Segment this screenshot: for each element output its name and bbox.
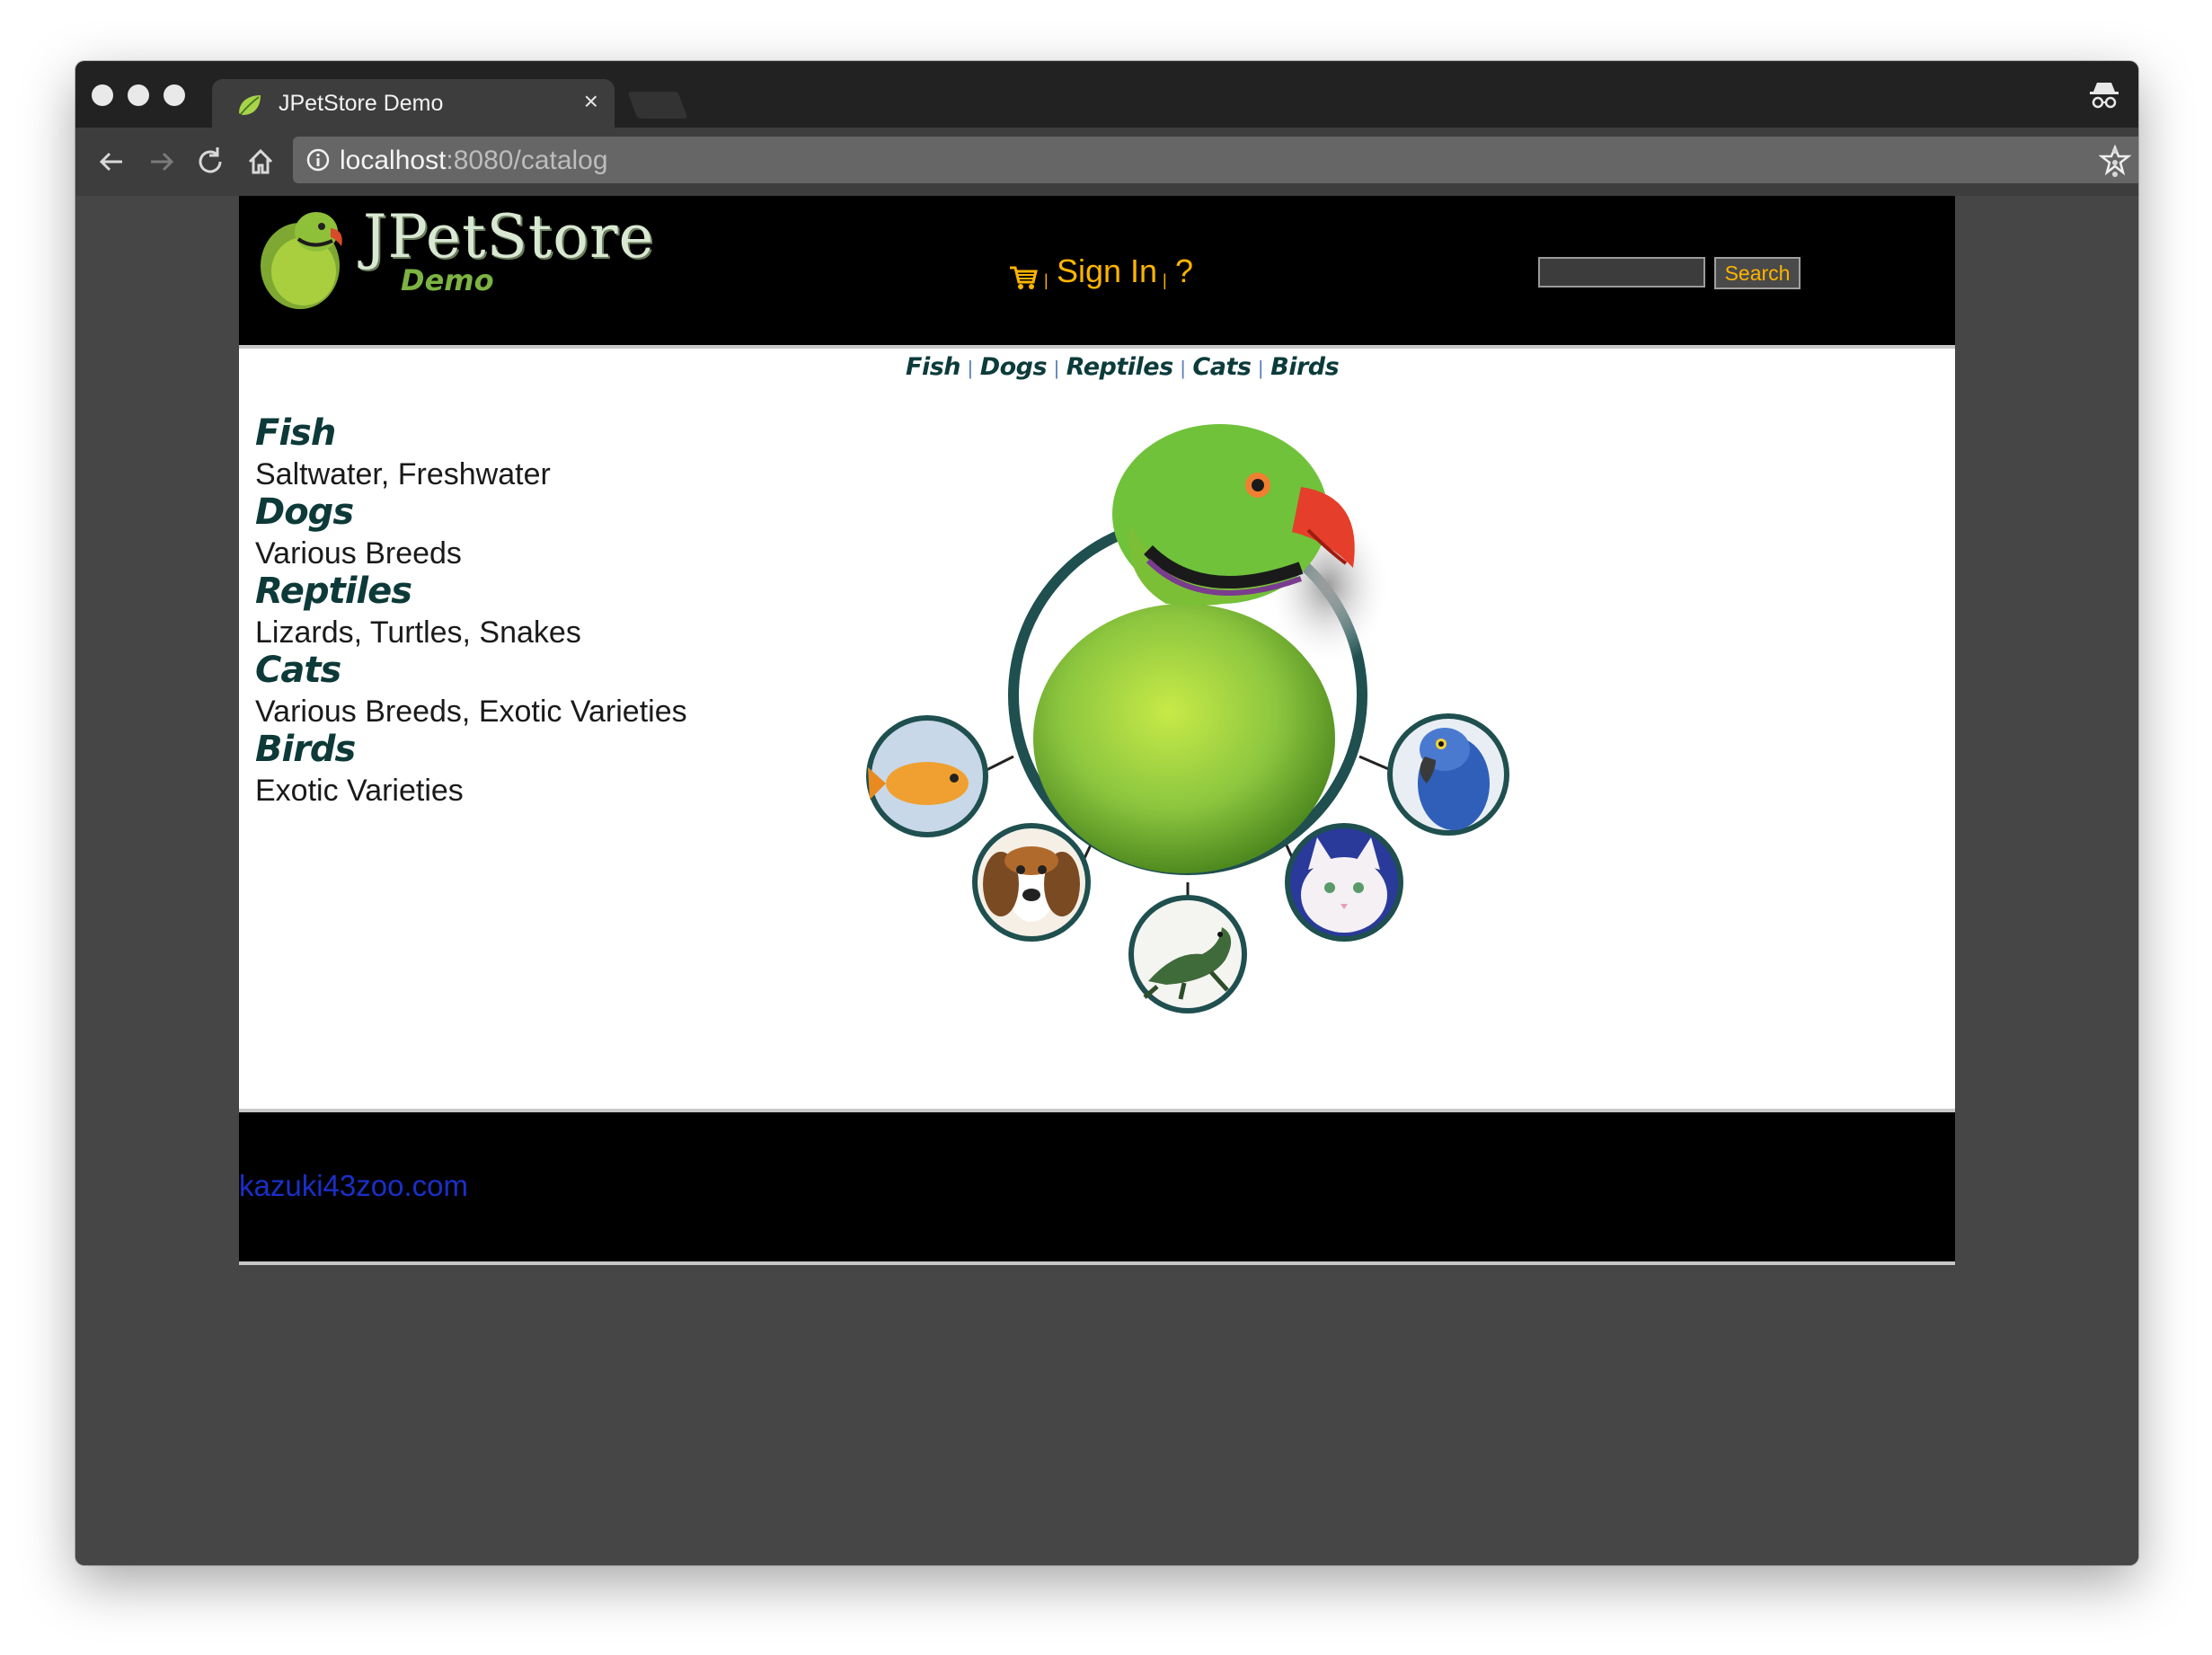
logo-title: JPetStore xyxy=(363,202,655,271)
reptile-category-image[interactable] xyxy=(1128,895,1247,1013)
search-input[interactable] xyxy=(1538,257,1705,288)
category-description: Various Breeds xyxy=(255,536,462,571)
dog-category-image[interactable] xyxy=(972,823,1091,942)
quicklink-separator: | xyxy=(968,357,973,379)
back-arrow-icon[interactable] xyxy=(93,144,129,180)
quicklink-separator: | xyxy=(1180,357,1186,379)
sign-in-link[interactable]: Sign In xyxy=(1057,252,1157,291)
minimize-window-button[interactable] xyxy=(128,84,149,106)
footer-bottom-divider xyxy=(239,1261,1955,1265)
category-sidebar: Fish Saltwater, Freshwater Dogs Various … xyxy=(255,413,884,809)
category-description: Lizards, Turtles, Snakes xyxy=(255,615,581,650)
quicklinks-bar: Fish | Dogs | Reptiles | Cats | Birds xyxy=(906,350,1340,386)
cat-category-image[interactable] xyxy=(1285,823,1403,942)
page-viewport: JPetStore Demo | Sign In | ? Search Fish… xyxy=(75,196,2138,1565)
category-link-fish[interactable]: Fish xyxy=(255,413,336,453)
browser-tab[interactable]: JPetStore Demo × xyxy=(212,79,615,128)
quicklink-birds[interactable]: Birds xyxy=(1270,350,1340,385)
menu-separator: | xyxy=(1044,271,1048,289)
close-window-button[interactable] xyxy=(92,84,113,106)
url-host: localhost xyxy=(340,146,447,175)
category-description: Saltwater, Freshwater xyxy=(255,457,551,491)
site-footer: kazuki43zoo.com xyxy=(239,1112,1955,1261)
maximize-window-button[interactable] xyxy=(164,84,185,106)
quicklink-cats[interactable]: Cats xyxy=(1192,350,1252,385)
reload-icon[interactable] xyxy=(192,144,228,180)
new-tab-button[interactable] xyxy=(627,92,688,119)
quicklink-fish[interactable]: Fish xyxy=(906,350,961,385)
menu-separator: | xyxy=(1163,271,1167,289)
shopping-cart-icon[interactable] xyxy=(1008,262,1039,291)
category-description: Various Breeds, Exotic Varieties xyxy=(255,695,687,729)
category-link-reptiles[interactable]: Reptiles xyxy=(255,571,412,611)
site-header: JPetStore Demo | Sign In | ? Search xyxy=(239,196,1955,345)
logo-subtitle: Demo xyxy=(401,263,494,297)
quicklink-reptiles[interactable]: Reptiles xyxy=(1066,350,1173,385)
fish-category-image[interactable] xyxy=(866,715,994,845)
category-link-dogs[interactable]: Dogs xyxy=(255,492,354,532)
category-fish: Fish Saltwater, Freshwater xyxy=(255,413,884,492)
category-reptiles: Reptiles Lizards, Turtles, Snakes xyxy=(255,571,884,650)
browser-toolbar: localhost:8080/catalog xyxy=(75,128,2138,196)
jpetstore-logo[interactable]: JPetStore Demo xyxy=(257,201,654,309)
parrot-logo-icon xyxy=(261,212,342,309)
help-link[interactable]: ? xyxy=(1175,252,1193,291)
quicklink-dogs[interactable]: Dogs xyxy=(980,350,1048,385)
pet-image-map xyxy=(866,424,1509,1013)
leaf-favicon-icon xyxy=(239,95,261,115)
tab-close-icon[interactable]: × xyxy=(584,88,598,115)
url-path: :8080/catalog xyxy=(446,146,608,175)
category-dogs: Dogs Various Breeds xyxy=(255,492,884,571)
address-bar[interactable]: localhost:8080/catalog xyxy=(293,137,2138,183)
url-text[interactable]: localhost:8080/catalog xyxy=(340,146,608,176)
category-description: Exotic Varieties xyxy=(255,774,464,808)
search-button[interactable]: Search xyxy=(1714,257,1801,289)
incognito-icon xyxy=(2090,83,2119,109)
footer-link[interactable]: kazuki43zoo.com xyxy=(239,1168,468,1204)
tab-title: JPetStore Demo xyxy=(279,91,444,116)
bird-category-image[interactable] xyxy=(1387,713,1509,836)
quicklink-separator: | xyxy=(1258,357,1264,379)
browser-window: JPetStore Demo × localhost:8080/catalog … xyxy=(75,61,2138,1565)
category-link-birds[interactable]: Birds xyxy=(255,730,356,769)
home-icon[interactable] xyxy=(243,144,279,180)
catalog-content: Fish | Dogs | Reptiles | Cats | Birds Fish Saltw… xyxy=(239,349,1955,1109)
category-link-cats[interactable]: Cats xyxy=(255,650,341,690)
title-bar: JPetStore Demo × xyxy=(75,61,2138,128)
category-birds: Birds Exotic Varieties xyxy=(255,730,884,809)
quicklink-separator: | xyxy=(1054,357,1059,379)
browser-menu-icon[interactable] xyxy=(2111,147,2119,178)
info-icon[interactable] xyxy=(305,147,331,173)
forward-arrow-icon[interactable] xyxy=(144,144,180,180)
category-cats: Cats Various Breeds, Exotic Varieties xyxy=(255,650,884,730)
